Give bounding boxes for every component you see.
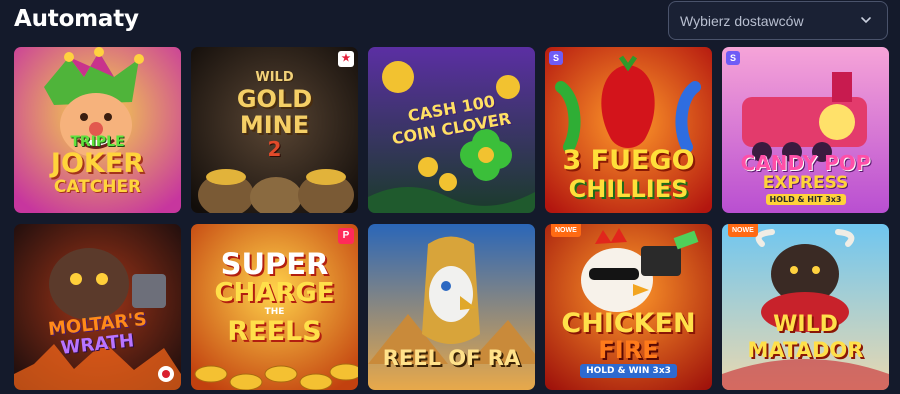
page-title: Automaty	[14, 6, 139, 32]
game-tile-wild-matador[interactable]: NOWE WILD MATADOR	[722, 224, 889, 390]
game-art	[722, 224, 889, 390]
game-title-line: MATADOR	[747, 338, 864, 362]
game-title-line: CATCHER	[53, 177, 142, 197]
game-title-line: 2	[267, 137, 282, 161]
game-title-line: REEL OF RA	[382, 346, 521, 370]
game-tile-cash-100-coin-clover[interactable]: CASH 100 COIN CLOVER	[368, 47, 535, 213]
game-title-line: WILD	[773, 312, 838, 337]
game-tile-chicken-fire[interactable]: NOWE CHICKEN FIRE HOLD & WIN 3x3	[545, 224, 712, 390]
chevron-down-icon	[861, 17, 871, 24]
game-title-line: 3 FUEGO	[562, 145, 695, 176]
game-tile-moltars-wrath[interactable]: MOLTAR'S WRATH	[14, 224, 181, 390]
game-title-line: CHILLIES	[568, 175, 689, 203]
provider-mark: S	[549, 51, 563, 65]
game-title-line: GOLD	[236, 85, 313, 113]
game-title-line: CANDY POP	[740, 151, 871, 175]
game-art	[14, 224, 181, 390]
game-title-line: EXPRESS	[762, 173, 849, 193]
game-title-line: CHARGE	[214, 278, 335, 308]
game-title-line: REELS	[227, 316, 322, 347]
provider-mark: S	[726, 51, 740, 65]
section-header: Automaty Wybierz dostawców	[0, 0, 900, 46]
game-tile-candy-pop-express[interactable]: S CANDY POP EXPRESS HOLD & HIT 3x3	[722, 47, 889, 213]
game-title-line: TRIPLE	[70, 134, 125, 150]
game-tile-super-charge-the-reels[interactable]: P SUPER CHARGE THE REELS	[191, 224, 358, 390]
game-title-line: SUPER	[220, 247, 329, 281]
game-title-line: JOKER	[50, 148, 145, 179]
game-tile-wild-gold-mine-2[interactable]: ★ WILD GOLD MINE 2	[191, 47, 358, 213]
game-title-line: CHICKEN	[561, 308, 696, 339]
provider-select-placeholder: Wybierz dostawców	[680, 13, 804, 29]
game-title-line: WILD	[255, 70, 294, 85]
game-title-line: FIRE	[598, 336, 659, 364]
provider-mark: P	[338, 228, 354, 244]
game-title-line: MINE	[239, 111, 310, 139]
provider-select[interactable]: Wybierz dostawców	[668, 1, 888, 40]
new-badge: NOWE	[728, 224, 758, 237]
game-tile-3-fuego-chillies[interactable]: S 3 FUEGO CHILLIES	[545, 47, 712, 213]
game-tile-triple-joker-catcher[interactable]: TRIPLE JOKER CATCHER	[14, 47, 181, 213]
new-badge: NOWE	[551, 224, 581, 237]
game-title-line: HOLD & HIT 3x3	[722, 194, 889, 205]
star-icon: ★	[338, 51, 354, 67]
game-tile-reel-of-ra[interactable]: REEL OF RA	[368, 224, 535, 390]
game-title-line: HOLD & WIN 3x3	[545, 364, 712, 378]
